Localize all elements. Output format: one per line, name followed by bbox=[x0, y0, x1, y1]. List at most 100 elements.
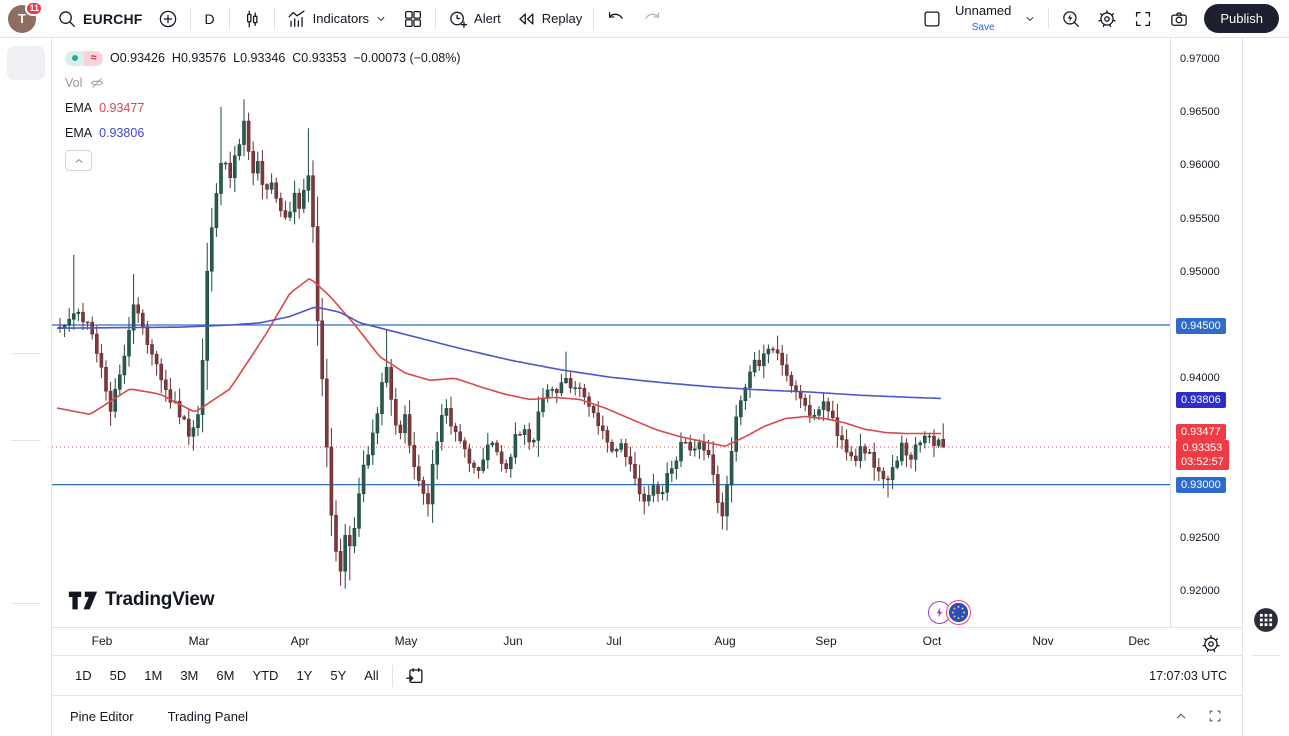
tool-fib-retracement[interactable] bbox=[7, 122, 45, 156]
time-axis-label: Aug bbox=[714, 634, 735, 648]
tool-brush[interactable] bbox=[7, 236, 45, 270]
legend-ema-row[interactable]: EMA 0.93806 bbox=[65, 125, 461, 141]
ema-value: 0.93477 bbox=[99, 101, 144, 115]
tool-remove-objects[interactable] bbox=[7, 611, 45, 645]
interval-button[interactable]: D bbox=[196, 7, 224, 31]
replay-button[interactable]: Replay bbox=[509, 4, 588, 34]
panel-collapse-icon[interactable] bbox=[1172, 707, 1190, 725]
time-axis-label: Apr bbox=[291, 634, 310, 648]
ema-label: EMA bbox=[65, 101, 92, 115]
footer-tab-trading-panel[interactable]: Trading Panel bbox=[168, 709, 248, 724]
range-1y[interactable]: 1Y bbox=[288, 664, 320, 687]
range-all[interactable]: All bbox=[356, 664, 386, 687]
ohlc-part: H0.93576 bbox=[172, 51, 226, 65]
alert-clock-icon bbox=[447, 8, 469, 30]
snapshot-button[interactable] bbox=[1162, 4, 1196, 34]
indicators-icon bbox=[286, 8, 308, 30]
ema-label: EMA bbox=[65, 126, 92, 140]
volume-label: Vol bbox=[65, 76, 82, 90]
ohlc-part: C0.93353 bbox=[292, 51, 346, 65]
divider bbox=[11, 603, 41, 604]
eye-off-icon[interactable] bbox=[89, 75, 105, 91]
user-menu-button[interactable]: T 11 bbox=[8, 4, 40, 34]
clock-label[interactable]: 17:07:03 UTC bbox=[1149, 669, 1227, 683]
date-range-buttons: 1D5D1M3M6MYTD1Y5YAll bbox=[67, 664, 387, 687]
tool-xabcd-pattern[interactable] bbox=[7, 160, 45, 194]
apps-icon bbox=[1253, 620, 1279, 637]
axis-settings-gear-icon[interactable] bbox=[1200, 633, 1222, 655]
layout-name-button[interactable]: Unnamed Save bbox=[951, 2, 1015, 35]
tool-text[interactable]: T bbox=[7, 274, 45, 308]
eu-flag-icon bbox=[946, 600, 971, 625]
legend-main-row[interactable]: ≈ O0.93426H0.93576L0.93346C0.93353−0.000… bbox=[65, 50, 461, 66]
chart-style-button[interactable] bbox=[235, 4, 269, 34]
range-1d[interactable]: 1D bbox=[67, 664, 100, 687]
symbol-label: EURCHF bbox=[83, 11, 143, 27]
ohlc-part: L0.93346 bbox=[233, 51, 285, 65]
event-badges[interactable] bbox=[928, 600, 974, 626]
fullscreen-button[interactable] bbox=[1126, 4, 1160, 34]
chart-column: ≈ O0.93426H0.93576L0.93346C0.93353−0.000… bbox=[52, 38, 1242, 736]
tool-lock-all[interactable] bbox=[7, 524, 45, 558]
tool-trend-line[interactable] bbox=[7, 84, 45, 118]
range-5y[interactable]: 5Y bbox=[322, 664, 354, 687]
range-1m[interactable]: 1M bbox=[136, 664, 170, 687]
plus-circle-icon bbox=[157, 8, 179, 30]
tool-forecast[interactable] bbox=[7, 198, 45, 232]
go-to-date-button[interactable] bbox=[398, 661, 432, 691]
tool-drawing-mode[interactable] bbox=[7, 486, 45, 520]
tool-emoji[interactable] bbox=[7, 312, 45, 346]
chart-area[interactable]: ≈ O0.93426H0.93576L0.93346C0.93353−0.000… bbox=[52, 38, 1242, 628]
price-tick: 0.96500 bbox=[1180, 106, 1220, 118]
panel-maximize-icon[interactable] bbox=[1206, 707, 1224, 725]
layout-name-label: Unnamed bbox=[955, 4, 1011, 18]
watermark-label: TradingView bbox=[105, 589, 214, 611]
tool-ruler[interactable] bbox=[7, 361, 45, 395]
price-badge: 0.94500 bbox=[1176, 318, 1226, 334]
price-axis[interactable]: 0.970000.965000.960000.955000.950000.940… bbox=[1170, 38, 1242, 627]
divider bbox=[190, 8, 191, 30]
legend-ema-row[interactable]: EMA 0.93477 bbox=[65, 100, 461, 116]
time-axis-label: Jun bbox=[503, 634, 522, 648]
alert-button[interactable]: Alert bbox=[441, 4, 507, 34]
tool-hide-marks[interactable] bbox=[7, 562, 45, 596]
divider bbox=[274, 8, 275, 30]
quick-search-button[interactable] bbox=[1054, 4, 1088, 34]
layout-select-button[interactable] bbox=[915, 4, 949, 34]
symbol-search-button[interactable]: EURCHF bbox=[50, 4, 149, 34]
range-ytd[interactable]: YTD bbox=[244, 664, 286, 687]
price-tick: 0.94000 bbox=[1180, 372, 1220, 384]
time-axis[interactable]: FebMarAprMayJunJulAugSepOctNovDec bbox=[52, 628, 1242, 655]
indicator-templates-button[interactable] bbox=[396, 4, 430, 34]
tool-cursor[interactable] bbox=[7, 46, 45, 80]
range-6m[interactable]: 6M bbox=[208, 664, 242, 687]
range-3m[interactable]: 3M bbox=[172, 664, 206, 687]
undo-button[interactable] bbox=[599, 4, 633, 34]
publish-button[interactable]: Publish bbox=[1204, 4, 1279, 33]
tradingview-logo-icon bbox=[68, 590, 98, 611]
price-badge: 0.93000 bbox=[1176, 477, 1226, 493]
time-axis-label: May bbox=[395, 634, 418, 648]
gear-icon bbox=[1096, 8, 1118, 30]
tool-zoom-in[interactable] bbox=[7, 399, 45, 433]
footer-tab-pine-editor[interactable]: Pine Editor bbox=[70, 709, 134, 724]
time-axis-label: Mar bbox=[189, 634, 210, 648]
ohlc-part: O0.93426 bbox=[110, 51, 165, 65]
sidebar-apps-button[interactable] bbox=[1253, 607, 1279, 638]
time-axis-label: Dec bbox=[1128, 634, 1149, 648]
price-badge: 0.93806 bbox=[1176, 392, 1226, 408]
ema-value: 0.93806 bbox=[99, 126, 144, 140]
footer-bar: Pine Editor Trading Panel bbox=[52, 695, 1242, 736]
divider bbox=[1048, 8, 1049, 30]
redo-button[interactable] bbox=[635, 4, 669, 34]
range-5d[interactable]: 5D bbox=[102, 664, 135, 687]
legend-collapse-button[interactable] bbox=[65, 150, 92, 171]
chart-settings-button[interactable] bbox=[1090, 4, 1124, 34]
fullscreen-icon bbox=[1132, 8, 1154, 30]
layout-square-icon bbox=[921, 8, 943, 30]
compare-add-symbol-button[interactable] bbox=[151, 4, 185, 34]
legend-volume-row[interactable]: Vol bbox=[65, 75, 461, 91]
indicators-button[interactable]: Indicators bbox=[280, 4, 394, 34]
layout-menu-caret[interactable] bbox=[1017, 8, 1043, 30]
tool-magnet[interactable] bbox=[7, 448, 45, 482]
